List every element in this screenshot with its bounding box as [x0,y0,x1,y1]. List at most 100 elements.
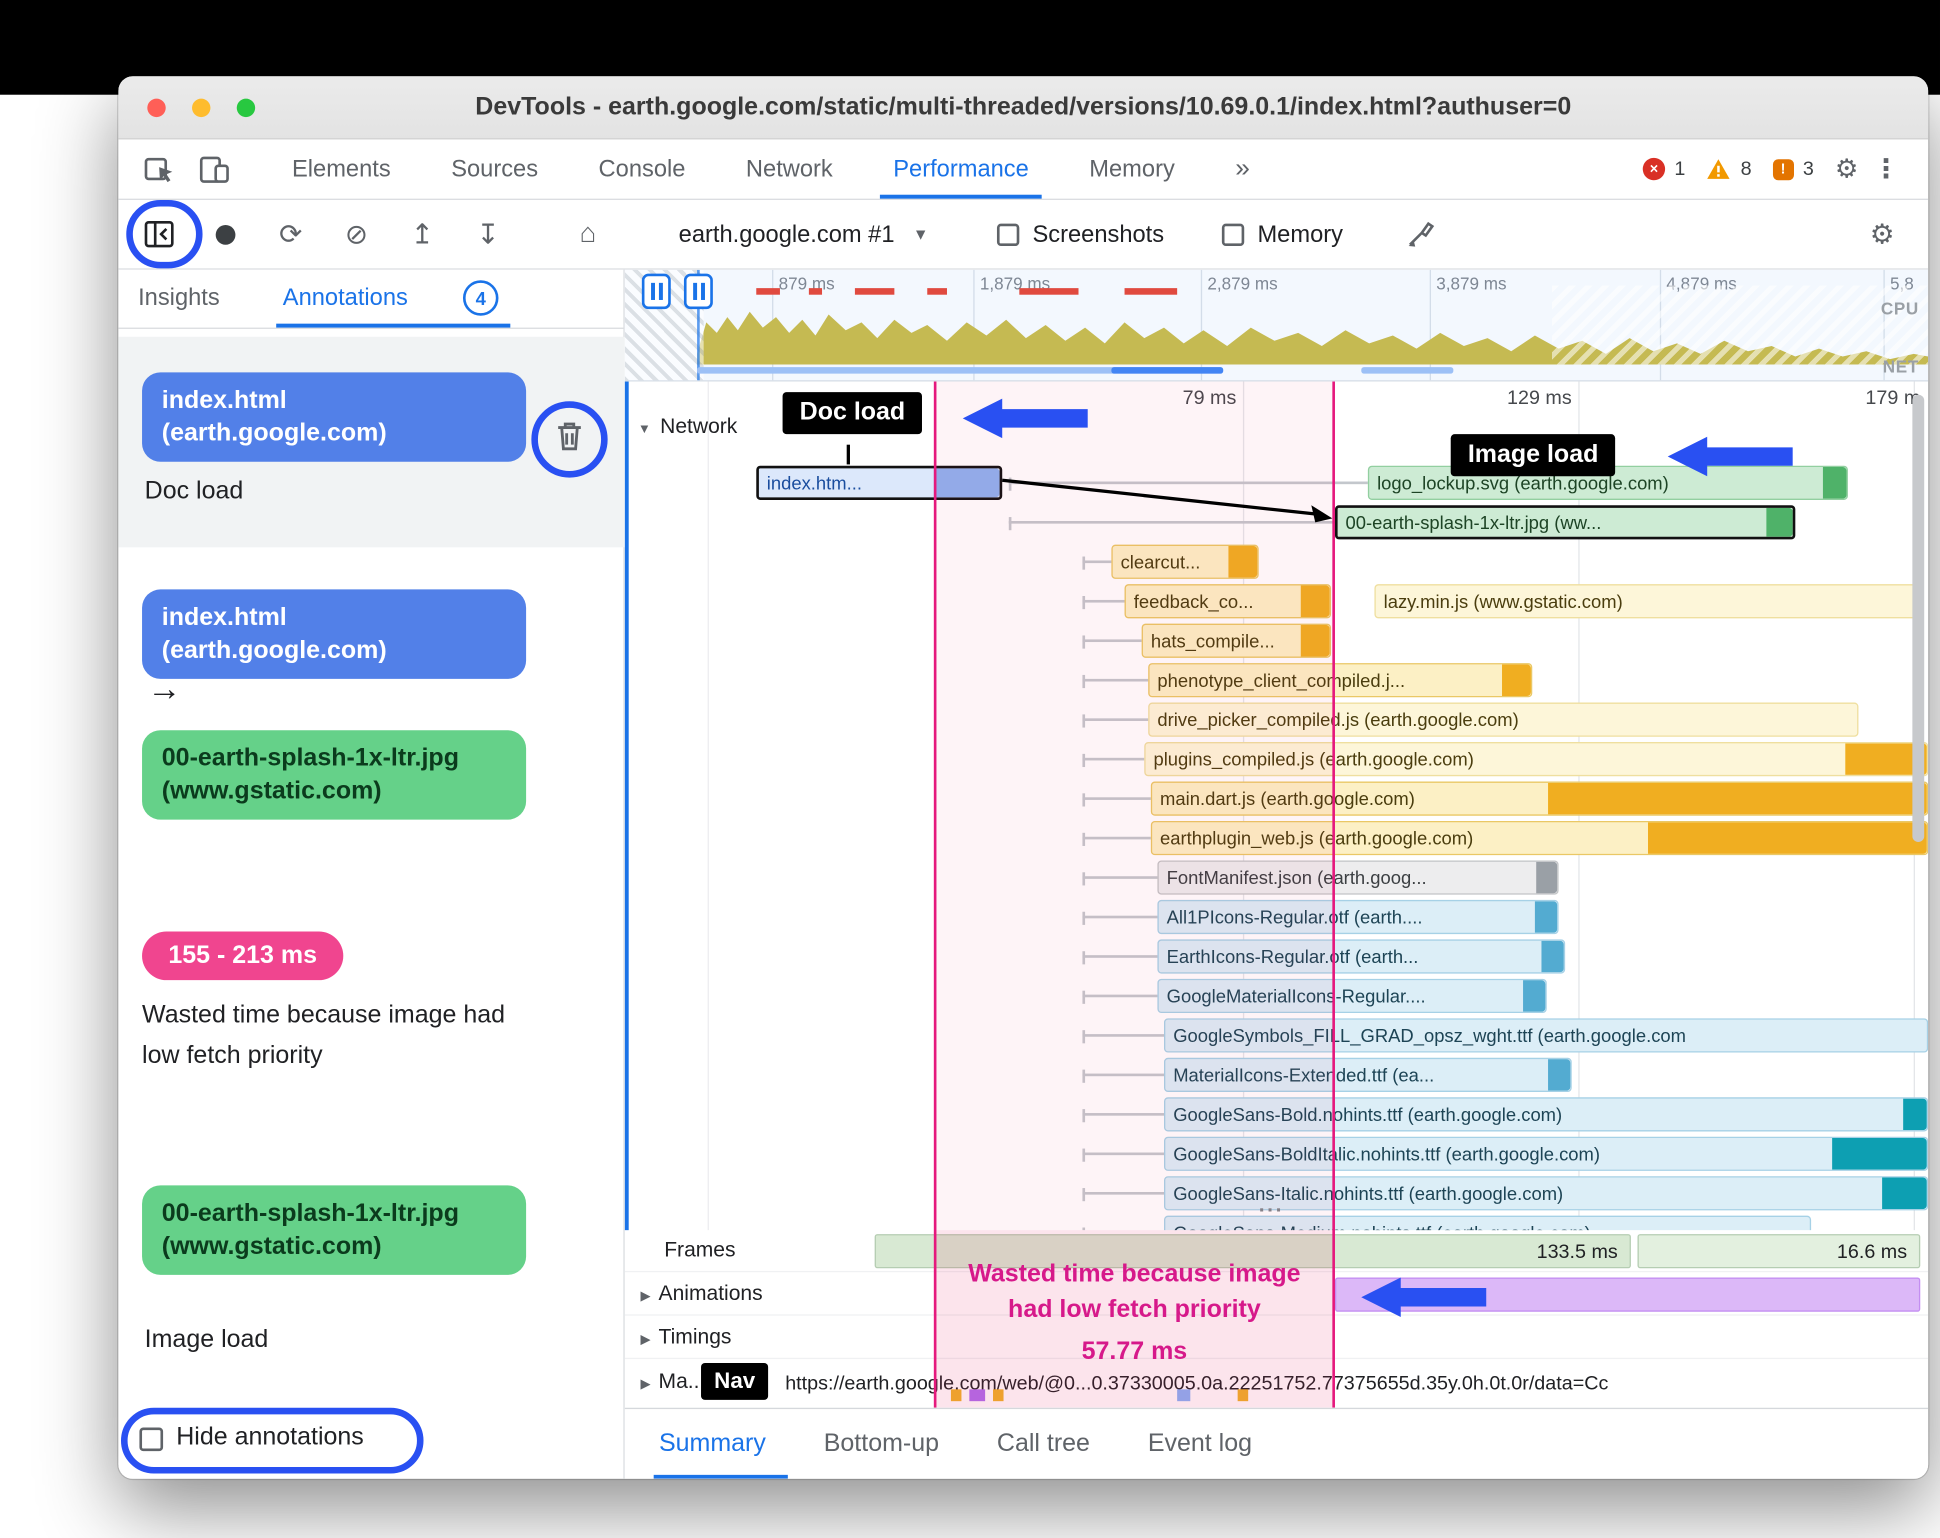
network-request-bar[interactable]: GoogleSymbols_FILL_GRAD_opsz_wght.ttf (e… [1163,1018,1929,1053]
network-request-bar[interactable]: 00-earth-splash-1x-ltr.jpg (ww... [1334,505,1796,540]
zoom-button[interactable] [236,98,256,118]
doc-load-callout[interactable]: Doc load [782,392,923,435]
tab-console[interactable]: Console [596,139,688,198]
request-label: index.htm... [766,472,862,494]
request-queue-whisker [1082,832,1151,846]
screen: DevTools - earth.google.com/static/multi… [0,0,1940,1538]
network-request-bar[interactable]: phenotype_client_compiled.j... [1148,663,1533,698]
record-button[interactable] [205,214,244,253]
network-request-bar[interactable]: main.dart.js (earth.google.com) [1150,781,1929,816]
network-request-bar[interactable]: clearcut... [1111,544,1259,579]
animations-label: Animations [658,1282,763,1306]
checkbox-box[interactable] [1221,223,1245,246]
kebab-menu-icon[interactable]: ⋮ [1868,153,1905,186]
delete-annotation-button[interactable] [545,412,595,462]
network-track-header[interactable]: ▼ Network [638,416,737,440]
tab-insights[interactable]: Insights [138,284,220,312]
network-request-bar[interactable]: FontManifest.json (earth.goog... [1157,860,1559,895]
issue-count[interactable]: 3 [1803,158,1814,180]
collect-garbage-icon[interactable] [1401,214,1440,253]
network-request-bar[interactable]: hats_compile... [1141,623,1332,658]
annotation-doc-pill[interactable]: index.html (earth.google.com) [142,372,527,462]
animation-bar[interactable] [1334,1277,1921,1312]
toggle-sidebar-icon[interactable] [139,214,178,253]
upload-trace-icon[interactable]: ↥ [402,214,441,253]
tab-bottom-up[interactable]: Bottom-up [824,1429,939,1458]
tab-summary[interactable]: Summary [659,1429,766,1458]
inspect-element-icon[interactable] [137,147,182,192]
nav-callout[interactable]: Nav [701,1363,769,1400]
network-request-bar[interactable]: earthplugin_web.js (earth.google.com) [1150,820,1929,856]
request-queue-whisker [1008,477,1368,491]
request-queue-whisker [1082,911,1158,925]
annotation-link-to-pill[interactable]: 00-earth-splash-1x-ltr.jpg (www.gstatic.… [142,730,527,820]
network-request-bar[interactable]: index.htm... [756,465,1003,500]
network-request-bar[interactable]: lazy.min.js (www.gstatic.com) [1374,584,1921,619]
main-activity-tick [1177,1389,1191,1402]
target-selector[interactable]: earth.google.com #1 ▼ [679,220,929,248]
timeline-overview[interactable]: 879 ms 1,879 ms 2,879 ms 3,879 ms 4,879 … [624,269,1929,382]
trace-window-handle[interactable] [641,273,671,310]
tab-event-log[interactable]: Event log [1148,1429,1252,1458]
window-title: DevTools - earth.google.com/static/multi… [475,92,1572,121]
request-download-segment [1832,1138,1927,1170]
home-icon[interactable]: ⌂ [568,214,607,253]
tab-network[interactable]: Network [743,139,835,198]
clear-icon[interactable]: ⊘ [337,214,376,253]
issues-icon[interactable]: ! [1772,158,1794,180]
tab-call-tree[interactable]: Call tree [997,1429,1090,1458]
network-request-bar[interactable]: GoogleSans-BoldItalic.nohints.ttf (earth… [1163,1136,1929,1171]
collapse-triangle-icon[interactable]: ▼ [638,422,651,436]
tab-annotations[interactable]: Annotations [283,284,408,312]
device-toolbar-icon[interactable] [192,147,237,192]
link-arrow-icon: → [147,668,182,708]
reload-record-icon[interactable]: ⟳ [271,214,310,253]
network-request-bar[interactable]: EarthIcons-Regular.otf (earth... [1157,939,1566,974]
net-track-label: NET [1882,356,1919,377]
request-label: FontManifest.json (earth.goog... [1166,867,1427,889]
network-request-bar[interactable]: feedback_co... [1124,584,1332,619]
network-request-bar[interactable]: GoogleMaterialIcons-Regular.... [1157,978,1547,1014]
network-request-bar[interactable]: plugins_compiled.js (earth.google.com) [1144,742,1929,777]
close-button[interactable] [147,98,166,118]
annotation-time-range-pill[interactable]: 155 - 213 ms [142,931,344,981]
image-load-callout[interactable]: Image load [1450,434,1616,477]
tab-performance[interactable]: Performance [880,139,1043,199]
target-label: earth.google.com #1 [678,220,895,247]
expand-triangle-icon[interactable]: ▶ [641,1289,651,1303]
checkbox-box[interactable] [996,223,1020,246]
error-icon[interactable]: × [1642,157,1666,181]
waterfall-scrollbar[interactable] [1912,394,1925,843]
request-label: phenotype_client_compiled.j... [1157,669,1406,691]
hide-annotations-label[interactable]: Hide annotations [176,1424,364,1453]
request-queue-whisker [1082,595,1125,610]
network-request-bar[interactable]: GoogleSans-Bold.nohints.ttf (earth.googl… [1163,1097,1929,1132]
network-request-bar[interactable]: All1PIcons-Regular.otf (earth.... [1157,899,1559,935]
capture-settings-gear-icon[interactable]: ⚙ [1862,214,1901,253]
hide-annotations-checkbox[interactable] [139,1427,164,1452]
error-count[interactable]: 1 [1674,158,1685,180]
frame-bar[interactable]: 16.6 ms [1637,1234,1921,1269]
request-download-segment [1300,624,1330,657]
annotation-image-pill[interactable]: 00-earth-splash-1x-ltr.jpg (www.gstatic.… [142,1185,527,1275]
expand-triangle-icon[interactable]: ▶ [641,1333,651,1347]
download-trace-icon[interactable]: ↧ [468,214,507,253]
tab-memory[interactable]: Memory [1087,139,1178,198]
annotation-link-from-pill[interactable]: index.html (earth.google.com) [142,589,527,679]
tab-sources[interactable]: Sources [449,139,541,198]
request-download-segment [1766,507,1793,537]
settings-gear-icon[interactable]: ⚙ [1835,153,1859,186]
network-request-bar[interactable]: drive_picker_compiled.js (earth.google.c… [1148,702,1859,737]
request-label: main.dart.js (earth.google.com) [1160,788,1415,810]
network-request-bar[interactable]: MaterialIcons-Extended.ttf (ea... [1163,1057,1572,1092]
memory-checkbox[interactable]: Memory [1221,220,1343,248]
tab-elements[interactable]: Elements [289,139,393,198]
warning-count[interactable]: 8 [1741,158,1752,180]
warning-icon[interactable] [1706,158,1731,180]
expand-triangle-icon[interactable]: ▶ [641,1377,651,1391]
more-tabs-icon[interactable]: » [1233,138,1253,200]
screenshots-checkbox[interactable]: Screenshots [996,220,1164,248]
trace-window-handle[interactable] [683,273,713,310]
minimize-button[interactable] [192,98,211,118]
main-activity-tick [950,1389,962,1402]
